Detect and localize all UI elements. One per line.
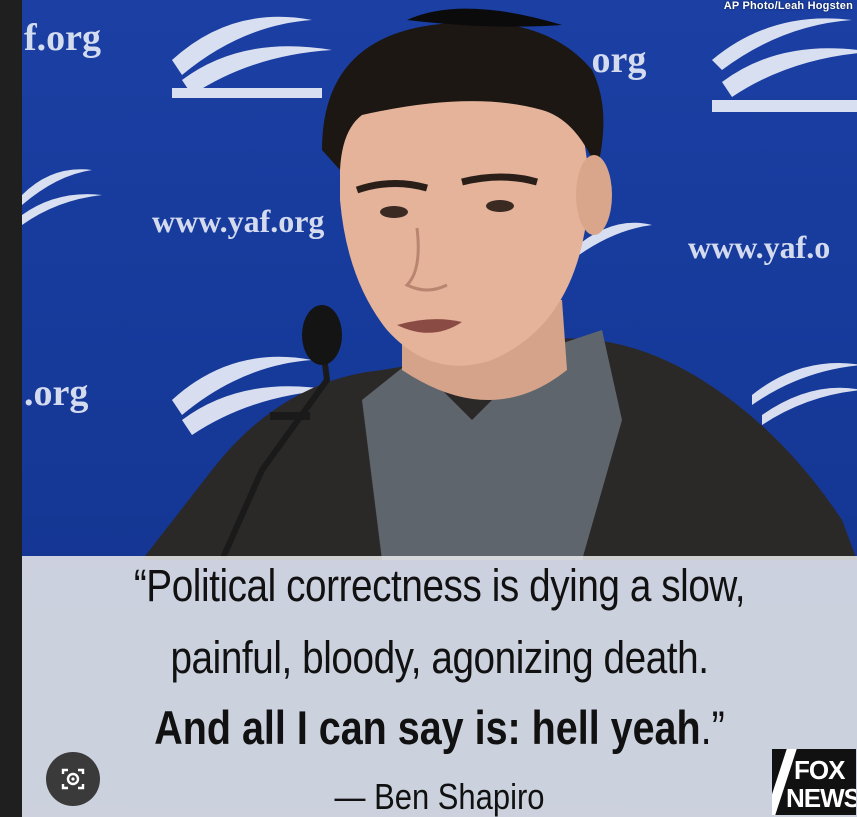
kippah (407, 8, 562, 27)
left-eye (380, 206, 408, 218)
backdrop-text-4: www.yaf.o (688, 229, 830, 265)
ear (576, 155, 612, 235)
photo-credit: AP Photo/Leah Hogsten (723, 0, 853, 12)
quote-line-2: painful, bloody, agonizing death. (170, 632, 709, 683)
backdrop-text-5: .org (24, 372, 88, 414)
fox-news-logo: FOX NEWS (772, 749, 856, 815)
right-eye (486, 200, 514, 212)
quote-line-3-bold: And all I can say is: hell yeah (154, 701, 701, 754)
quote-attribution: — Ben Shapiro (334, 776, 545, 817)
visual-search-button[interactable] (46, 752, 100, 806)
fox-logo-top: FOX (794, 755, 845, 785)
backdrop-text-1: f.org (24, 17, 101, 59)
fox-logo-bottom: NEWS (786, 783, 856, 813)
viewer-left-edge (0, 0, 22, 817)
quote-line-1: “Political correctness is dying a slow, (133, 560, 746, 611)
backdrop-text-3: www.yaf.org (152, 203, 324, 239)
microphone (302, 305, 342, 365)
quote-line-3: And all I can say is: hell yeah.” (89, 700, 790, 755)
microphone-clip (270, 412, 310, 420)
quote-line-3-tail: .” (700, 701, 725, 754)
visual-search-icon (61, 768, 85, 790)
quote-photo: f.org .org www.yaf.org www.yaf.o .org AP… (22, 0, 857, 817)
image-viewer: f.org .org www.yaf.org www.yaf.o .org AP… (0, 0, 857, 817)
